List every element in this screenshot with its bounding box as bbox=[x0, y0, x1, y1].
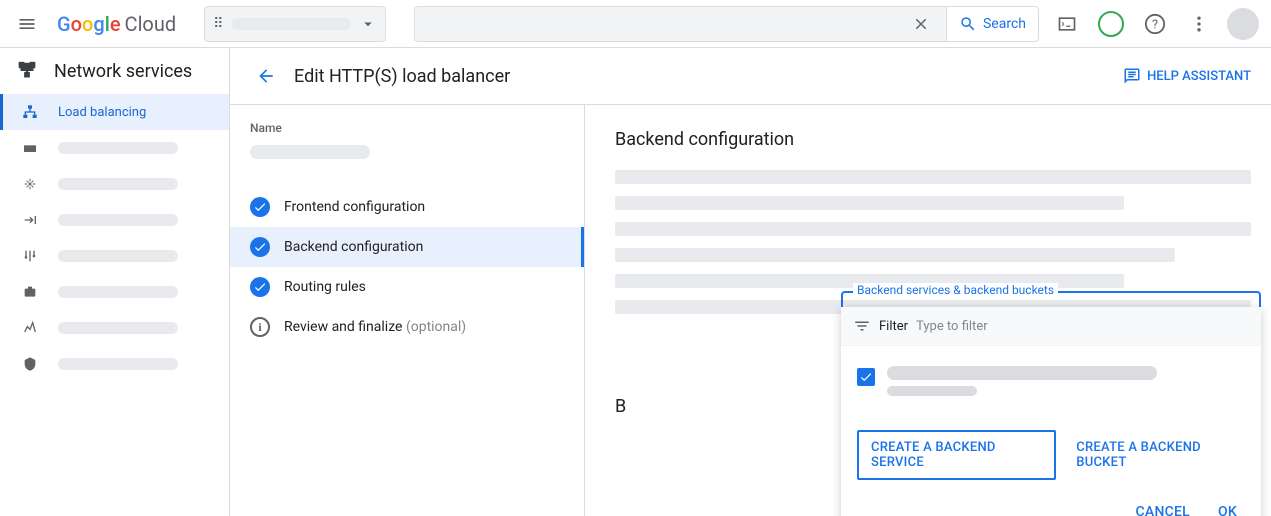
sidebar-header: Network services bbox=[0, 48, 229, 94]
sidebar-item-label: Load balancing bbox=[58, 105, 146, 120]
chevron-down-icon bbox=[359, 15, 377, 33]
placeholder-bar bbox=[615, 248, 1175, 262]
load-balancing-icon bbox=[20, 102, 40, 122]
backend-option-row[interactable] bbox=[841, 346, 1261, 416]
step-routing[interactable]: Routing rules bbox=[250, 267, 564, 307]
dns-icon bbox=[20, 174, 40, 194]
sidebar: Network services Load balancing bbox=[0, 48, 230, 516]
arrow-back-icon bbox=[256, 66, 276, 86]
check-icon bbox=[250, 197, 270, 217]
step-review[interactable]: i Review and finalize (optional) bbox=[250, 307, 564, 347]
project-icon: ⠿ bbox=[213, 16, 223, 32]
status-button[interactable] bbox=[1091, 4, 1131, 44]
sidebar-item-3[interactable] bbox=[0, 202, 229, 238]
lb-name-value bbox=[250, 145, 370, 159]
placeholder-bar bbox=[615, 222, 1251, 236]
steps-column: Name Frontend configuration Backend conf… bbox=[230, 105, 585, 516]
ok-button[interactable]: OK bbox=[1218, 504, 1237, 516]
security-icon bbox=[20, 354, 40, 374]
search-clear-button[interactable] bbox=[904, 15, 938, 33]
project-name-placeholder bbox=[231, 18, 351, 30]
sidebar-item-1[interactable] bbox=[0, 130, 229, 166]
close-icon bbox=[912, 15, 930, 33]
terminal-icon bbox=[1057, 14, 1077, 34]
sidebar-item-2[interactable] bbox=[0, 166, 229, 202]
popover-panel: Filter Type to filter CREATE A BACK bbox=[841, 307, 1261, 516]
create-backend-bucket-button[interactable]: CREATE A BACKEND BUCKET bbox=[1076, 440, 1245, 470]
search-container: Search bbox=[414, 6, 1039, 42]
search-input[interactable] bbox=[415, 7, 946, 41]
nav-menu-button[interactable] bbox=[8, 4, 45, 44]
popover-fieldset-label: Backend services & backend buckets bbox=[853, 283, 1058, 297]
help-button[interactable]: ? bbox=[1135, 4, 1175, 44]
info-icon: i bbox=[250, 317, 270, 337]
filter-placeholder: Type to filter bbox=[916, 319, 988, 334]
page-title: Edit HTTP(S) load balancer bbox=[294, 66, 510, 87]
backend-config-title: Backend configuration bbox=[615, 129, 1251, 150]
svg-text:?: ? bbox=[1152, 17, 1158, 32]
create-backend-service-button[interactable]: CREATE A BACKEND SERVICE bbox=[857, 430, 1056, 480]
help-icon: ? bbox=[1144, 13, 1166, 35]
backend-option-label bbox=[887, 366, 1157, 396]
step-frontend[interactable]: Frontend configuration bbox=[250, 187, 564, 227]
page-header: Edit HTTP(S) load balancer HELP ASSISTAN… bbox=[230, 48, 1271, 105]
hamburger-icon bbox=[17, 14, 37, 34]
check-icon bbox=[250, 237, 270, 257]
service-icon bbox=[20, 282, 40, 302]
project-selector[interactable]: ⠿ bbox=[204, 6, 386, 42]
account-button[interactable] bbox=[1223, 4, 1263, 44]
placeholder-bar bbox=[615, 170, 1251, 184]
sidebar-item-6[interactable] bbox=[0, 310, 229, 346]
backend-selector-popover: Backend services & backend buckets Filte… bbox=[841, 291, 1261, 516]
search-button-label: Search bbox=[983, 16, 1026, 32]
google-cloud-logo[interactable]: GoogleCloud bbox=[57, 12, 176, 36]
help-assistant-button[interactable]: HELP ASSISTANT bbox=[1123, 67, 1251, 85]
back-button[interactable] bbox=[250, 60, 282, 92]
sidebar-item-load-balancing[interactable]: Load balancing bbox=[0, 94, 229, 130]
search-icon bbox=[959, 15, 977, 33]
filter-row[interactable]: Filter Type to filter bbox=[841, 307, 1261, 346]
chat-icon bbox=[1123, 67, 1141, 85]
sidebar-item-4[interactable] bbox=[0, 238, 229, 274]
placeholder-bar bbox=[615, 196, 1124, 210]
top-bar: GoogleCloud ⠿ Search ? bbox=[0, 0, 1271, 48]
checkbox-checked-icon[interactable] bbox=[857, 368, 875, 386]
cancel-button[interactable]: CANCEL bbox=[1136, 504, 1190, 516]
top-right-actions: ? bbox=[1047, 4, 1263, 44]
popover-create-actions: CREATE A BACKEND SERVICE CREATE A BACKEN… bbox=[841, 416, 1261, 494]
content: Edit HTTP(S) load balancer HELP ASSISTAN… bbox=[230, 48, 1271, 516]
popover-footer: CANCEL OK bbox=[841, 494, 1261, 516]
name-field-label: Name bbox=[250, 121, 564, 135]
cdn-icon bbox=[20, 138, 40, 158]
step-backend[interactable]: Backend configuration bbox=[230, 227, 584, 267]
more-button[interactable] bbox=[1179, 4, 1219, 44]
status-circle-icon bbox=[1098, 11, 1124, 37]
sidebar-title: Network services bbox=[54, 61, 192, 82]
avatar-icon bbox=[1227, 8, 1259, 40]
check-icon bbox=[250, 277, 270, 297]
sidebar-item-5[interactable] bbox=[0, 274, 229, 310]
nat-icon bbox=[20, 210, 40, 230]
search-button[interactable]: Search bbox=[946, 7, 1038, 41]
tiers-icon bbox=[20, 318, 40, 338]
network-services-icon bbox=[16, 60, 38, 82]
filter-icon bbox=[853, 317, 871, 335]
more-vert-icon bbox=[1189, 14, 1209, 34]
sidebar-item-7[interactable] bbox=[0, 346, 229, 382]
cloud-shell-button[interactable] bbox=[1047, 4, 1087, 44]
traffic-icon bbox=[20, 246, 40, 266]
filter-label: Filter bbox=[879, 319, 908, 334]
